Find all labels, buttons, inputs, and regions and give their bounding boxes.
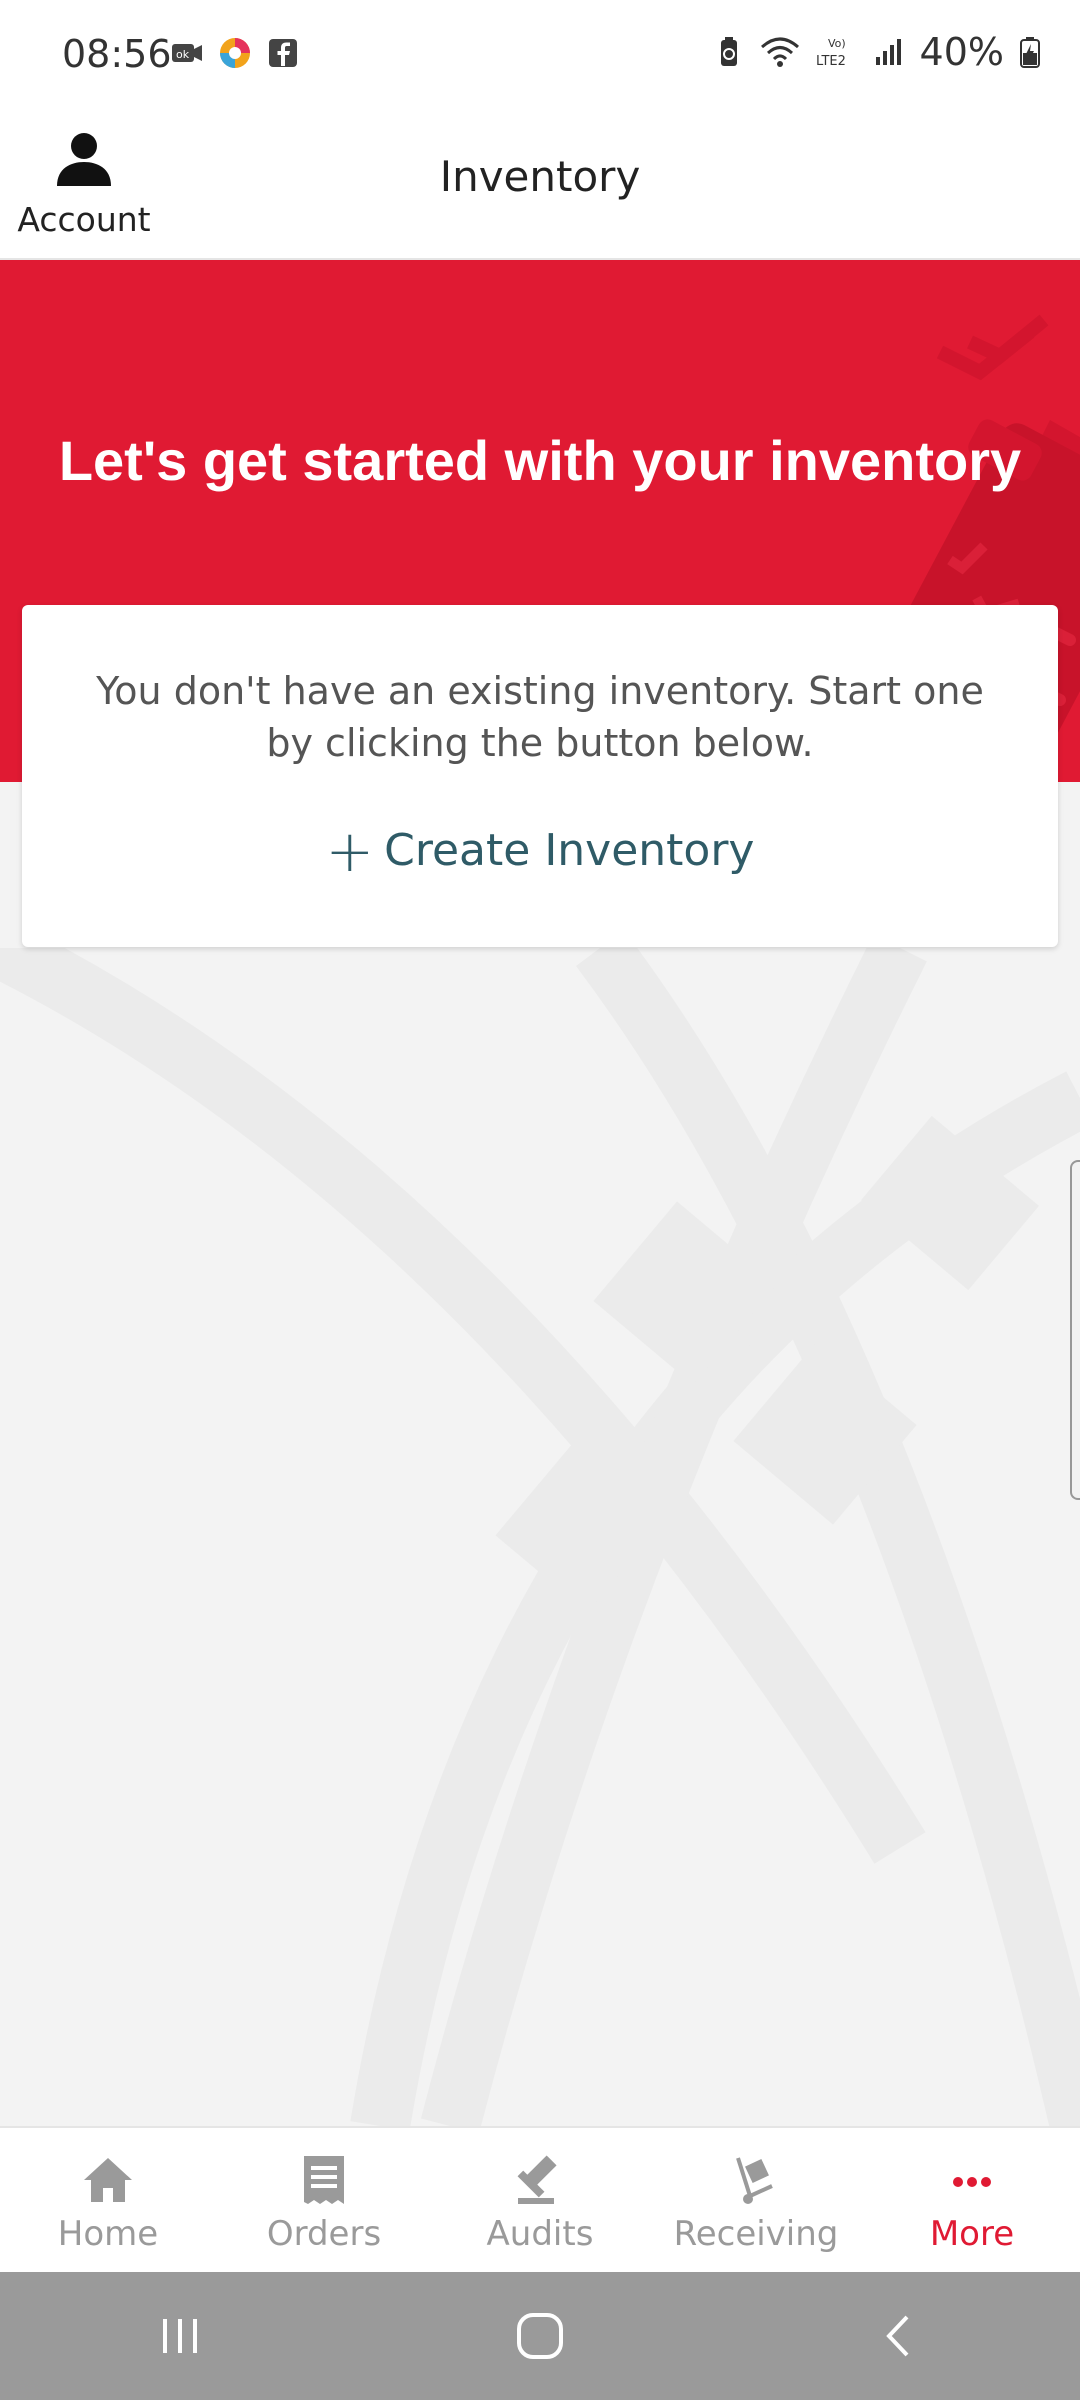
gavel-icon <box>517 2155 557 2204</box>
hand-truck-icon <box>736 2157 773 2204</box>
receipt-icon <box>304 2156 344 2204</box>
nav-item-audits[interactable]: Audits <box>432 2128 648 2272</box>
nav-item-receiving[interactable]: Receiving <box>648 2128 864 2272</box>
home-icon <box>84 2158 132 2202</box>
nav-item-orders[interactable]: Orders <box>216 2128 432 2272</box>
svg-text:Vo): Vo) <box>828 37 846 50</box>
status-system-icons: Vo) LTE2 40% <box>712 30 1042 74</box>
plus-icon: + <box>325 816 375 885</box>
nav-label: More <box>929 2214 1015 2254</box>
nav-label: Orders <box>266 2214 382 2254</box>
page-title: Inventory <box>439 152 641 201</box>
svg-text:ok: ok <box>176 48 190 61</box>
status-notification-icons: ok <box>170 36 300 70</box>
status-bar: 08:56 ok Vo) LTE2 40% <box>0 0 1080 110</box>
account-label: Account <box>17 200 151 239</box>
signal-icon <box>875 39 901 65</box>
battery-saver-icon <box>720 37 737 66</box>
more-dots-icon <box>953 2177 991 2187</box>
battery-percent: 40% <box>919 30 1004 74</box>
nav-label: Receiving <box>673 2214 839 2254</box>
home-system-button[interactable] <box>495 2291 585 2381</box>
back-chevron-icon <box>886 2315 909 2357</box>
system-navigation-bar <box>0 2272 1080 2400</box>
facebook-icon <box>269 39 297 67</box>
create-inventory-button[interactable]: + Create Inventory <box>22 816 1058 885</box>
home-circle-icon <box>517 2313 563 2359</box>
browser-icon <box>220 38 250 68</box>
nav-item-home[interactable]: Home <box>0 2128 216 2272</box>
svg-text:LTE2: LTE2 <box>816 54 846 69</box>
back-button[interactable] <box>855 2291 945 2381</box>
empty-state-message: You don't have an existing inventory. St… <box>96 669 984 765</box>
volte-lte2-icon: Vo) LTE2 <box>816 37 846 69</box>
hero-title: Let's get started with your inventory <box>58 429 1022 492</box>
nav-label: Audits <box>486 2214 594 2254</box>
app-header: Account Inventory <box>0 110 1080 260</box>
recent-apps-button[interactable] <box>135 2291 225 2381</box>
status-time: 08:56 <box>62 32 172 76</box>
recent-apps-icon <box>163 2319 197 2353</box>
video-call-icon: ok <box>172 44 202 62</box>
create-inventory-label: Create Inventory <box>384 825 755 876</box>
nav-item-more[interactable]: More <box>864 2128 1080 2272</box>
empty-inventory-card: You don't have an existing inventory. St… <box>22 605 1058 947</box>
battery-icon <box>1020 37 1040 68</box>
nav-label: Home <box>57 2214 159 2254</box>
wifi-icon <box>760 37 799 67</box>
bottom-navigation: Home Orders Audits Receiving More <box>0 2126 1080 2272</box>
scroll-handle[interactable] <box>1070 1160 1080 1500</box>
background-pattern <box>0 948 1080 2126</box>
